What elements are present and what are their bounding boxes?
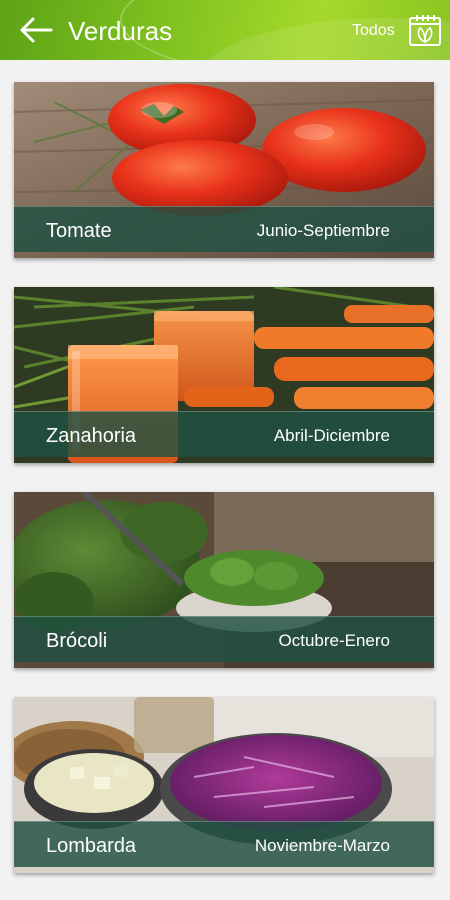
vegetable-season: Junio-Septiembre xyxy=(256,221,390,240)
arrow-left-icon xyxy=(20,17,53,43)
page-title: Verduras xyxy=(68,16,173,46)
back-button[interactable] xyxy=(18,14,54,46)
calendar-leaf-icon xyxy=(409,15,441,46)
vegetable-season: Abril-Diciembre xyxy=(273,426,390,445)
vegetable-label-band: Brócoli Octubre-Enero xyxy=(14,616,434,662)
vegetable-season: Noviembre-Marzo xyxy=(254,836,390,855)
filter-all-button[interactable]: Todos xyxy=(352,21,395,41)
vegetable-name: Zanahoria xyxy=(46,425,137,447)
vegetable-card-tomate[interactable]: Tomate Junio-Septiembre xyxy=(14,82,434,258)
vegetable-label-band: Tomate Junio-Septiembre xyxy=(14,206,434,252)
vegetable-list: Tomate Junio-Septiembre Zanahoria Abril-… xyxy=(0,60,450,900)
vegetable-card-lombarda[interactable]: Lombarda Noviembre-Marzo xyxy=(14,697,434,873)
vegetable-season: Octubre-Enero xyxy=(278,631,391,650)
vegetable-label-band: Lombarda Noviembre-Marzo xyxy=(14,821,434,867)
vegetable-name: Brócoli xyxy=(46,630,108,652)
vegetable-card-zanahoria[interactable]: Zanahoria Abril-Diciembre xyxy=(14,287,434,463)
vegetable-name: Lombarda xyxy=(46,835,137,857)
vegetable-name: Tomate xyxy=(46,220,112,242)
vegetable-label-band: Zanahoria Abril-Diciembre xyxy=(14,411,434,457)
vegetable-card-brocoli[interactable]: Brócoli Octubre-Enero xyxy=(14,492,434,668)
calendar-button[interactable] xyxy=(408,13,442,47)
app-bar: Verduras Todos xyxy=(0,0,450,60)
